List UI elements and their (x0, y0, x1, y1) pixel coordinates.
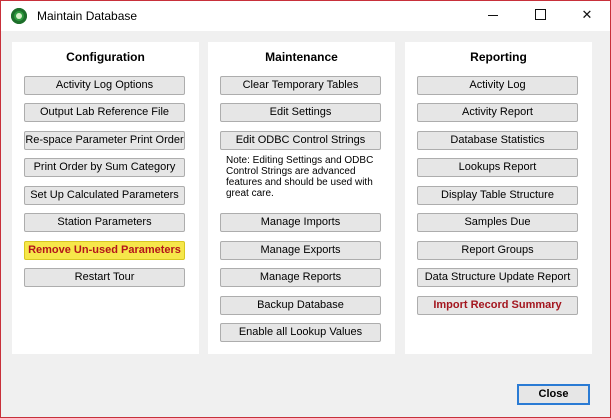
maximize-icon (534, 9, 546, 20)
maintenance-panel: Maintenance Clear Temporary Tables Edit … (208, 42, 395, 354)
configuration-panel: Configuration Activity Log Options Outpu… (12, 42, 199, 354)
samples-due-button[interactable]: Samples Due (417, 213, 578, 232)
minimize-button[interactable] (470, 1, 516, 31)
maintain-database-window: Maintain Database ✕ Configuration Activi… (0, 0, 611, 418)
close-button[interactable]: Close (517, 384, 590, 405)
title-bar[interactable]: Maintain Database ✕ (1, 1, 610, 31)
station-parameters-button[interactable]: Station Parameters (24, 213, 185, 232)
activity-log-options-button[interactable]: Activity Log Options (24, 76, 185, 95)
maximize-button[interactable] (517, 1, 563, 31)
backup-database-button[interactable]: Backup Database (220, 296, 381, 315)
lookups-report-button[interactable]: Lookups Report (417, 158, 578, 177)
reporting-panel: Reporting Activity Log Activity Report D… (405, 42, 592, 354)
print-order-by-sum-category-button[interactable]: Print Order by Sum Category (24, 158, 185, 177)
reporting-title: Reporting (470, 50, 527, 64)
edit-settings-button[interactable]: Edit Settings (220, 103, 381, 122)
edit-odbc-control-strings-button[interactable]: Edit ODBC Control Strings (220, 131, 381, 150)
configuration-title: Configuration (66, 50, 145, 64)
window-title: Maintain Database (37, 9, 138, 23)
output-lab-reference-file-button[interactable]: Output Lab Reference File (24, 103, 185, 122)
enable-all-lookup-values-button[interactable]: Enable all Lookup Values (220, 323, 381, 342)
data-structure-update-report-button[interactable]: Data Structure Update Report (417, 268, 578, 287)
manage-reports-button[interactable]: Manage Reports (220, 268, 381, 287)
maintenance-title: Maintenance (265, 50, 338, 64)
activity-log-button[interactable]: Activity Log (417, 76, 578, 95)
dialog-content: Configuration Activity Log Options Outpu… (4, 31, 607, 415)
remove-unused-parameters-button[interactable]: Remove Un-used Parameters (24, 241, 185, 260)
minimize-icon (488, 15, 498, 16)
manage-exports-button[interactable]: Manage Exports (220, 241, 381, 260)
manage-imports-button[interactable]: Manage Imports (220, 213, 381, 232)
close-window-button[interactable]: ✕ (564, 1, 610, 31)
database-statistics-button[interactable]: Database Statistics (417, 131, 578, 150)
clear-temporary-tables-button[interactable]: Clear Temporary Tables (220, 76, 381, 95)
restart-tour-button[interactable]: Restart Tour (24, 268, 185, 287)
advanced-settings-note: Note: Editing Settings and ODBC Control … (226, 155, 374, 199)
set-up-calculated-parameters-button[interactable]: Set Up Calculated Parameters (24, 186, 185, 205)
report-groups-button[interactable]: Report Groups (417, 241, 578, 260)
display-table-structure-button[interactable]: Display Table Structure (417, 186, 578, 205)
activity-report-button[interactable]: Activity Report (417, 103, 578, 122)
respace-parameter-print-order-button[interactable]: Re-space Parameter Print Order (24, 131, 185, 150)
import-record-summary-button[interactable]: Import Record Summary (417, 296, 578, 315)
close-icon: ✕ (581, 8, 593, 23)
app-icon (11, 8, 27, 24)
